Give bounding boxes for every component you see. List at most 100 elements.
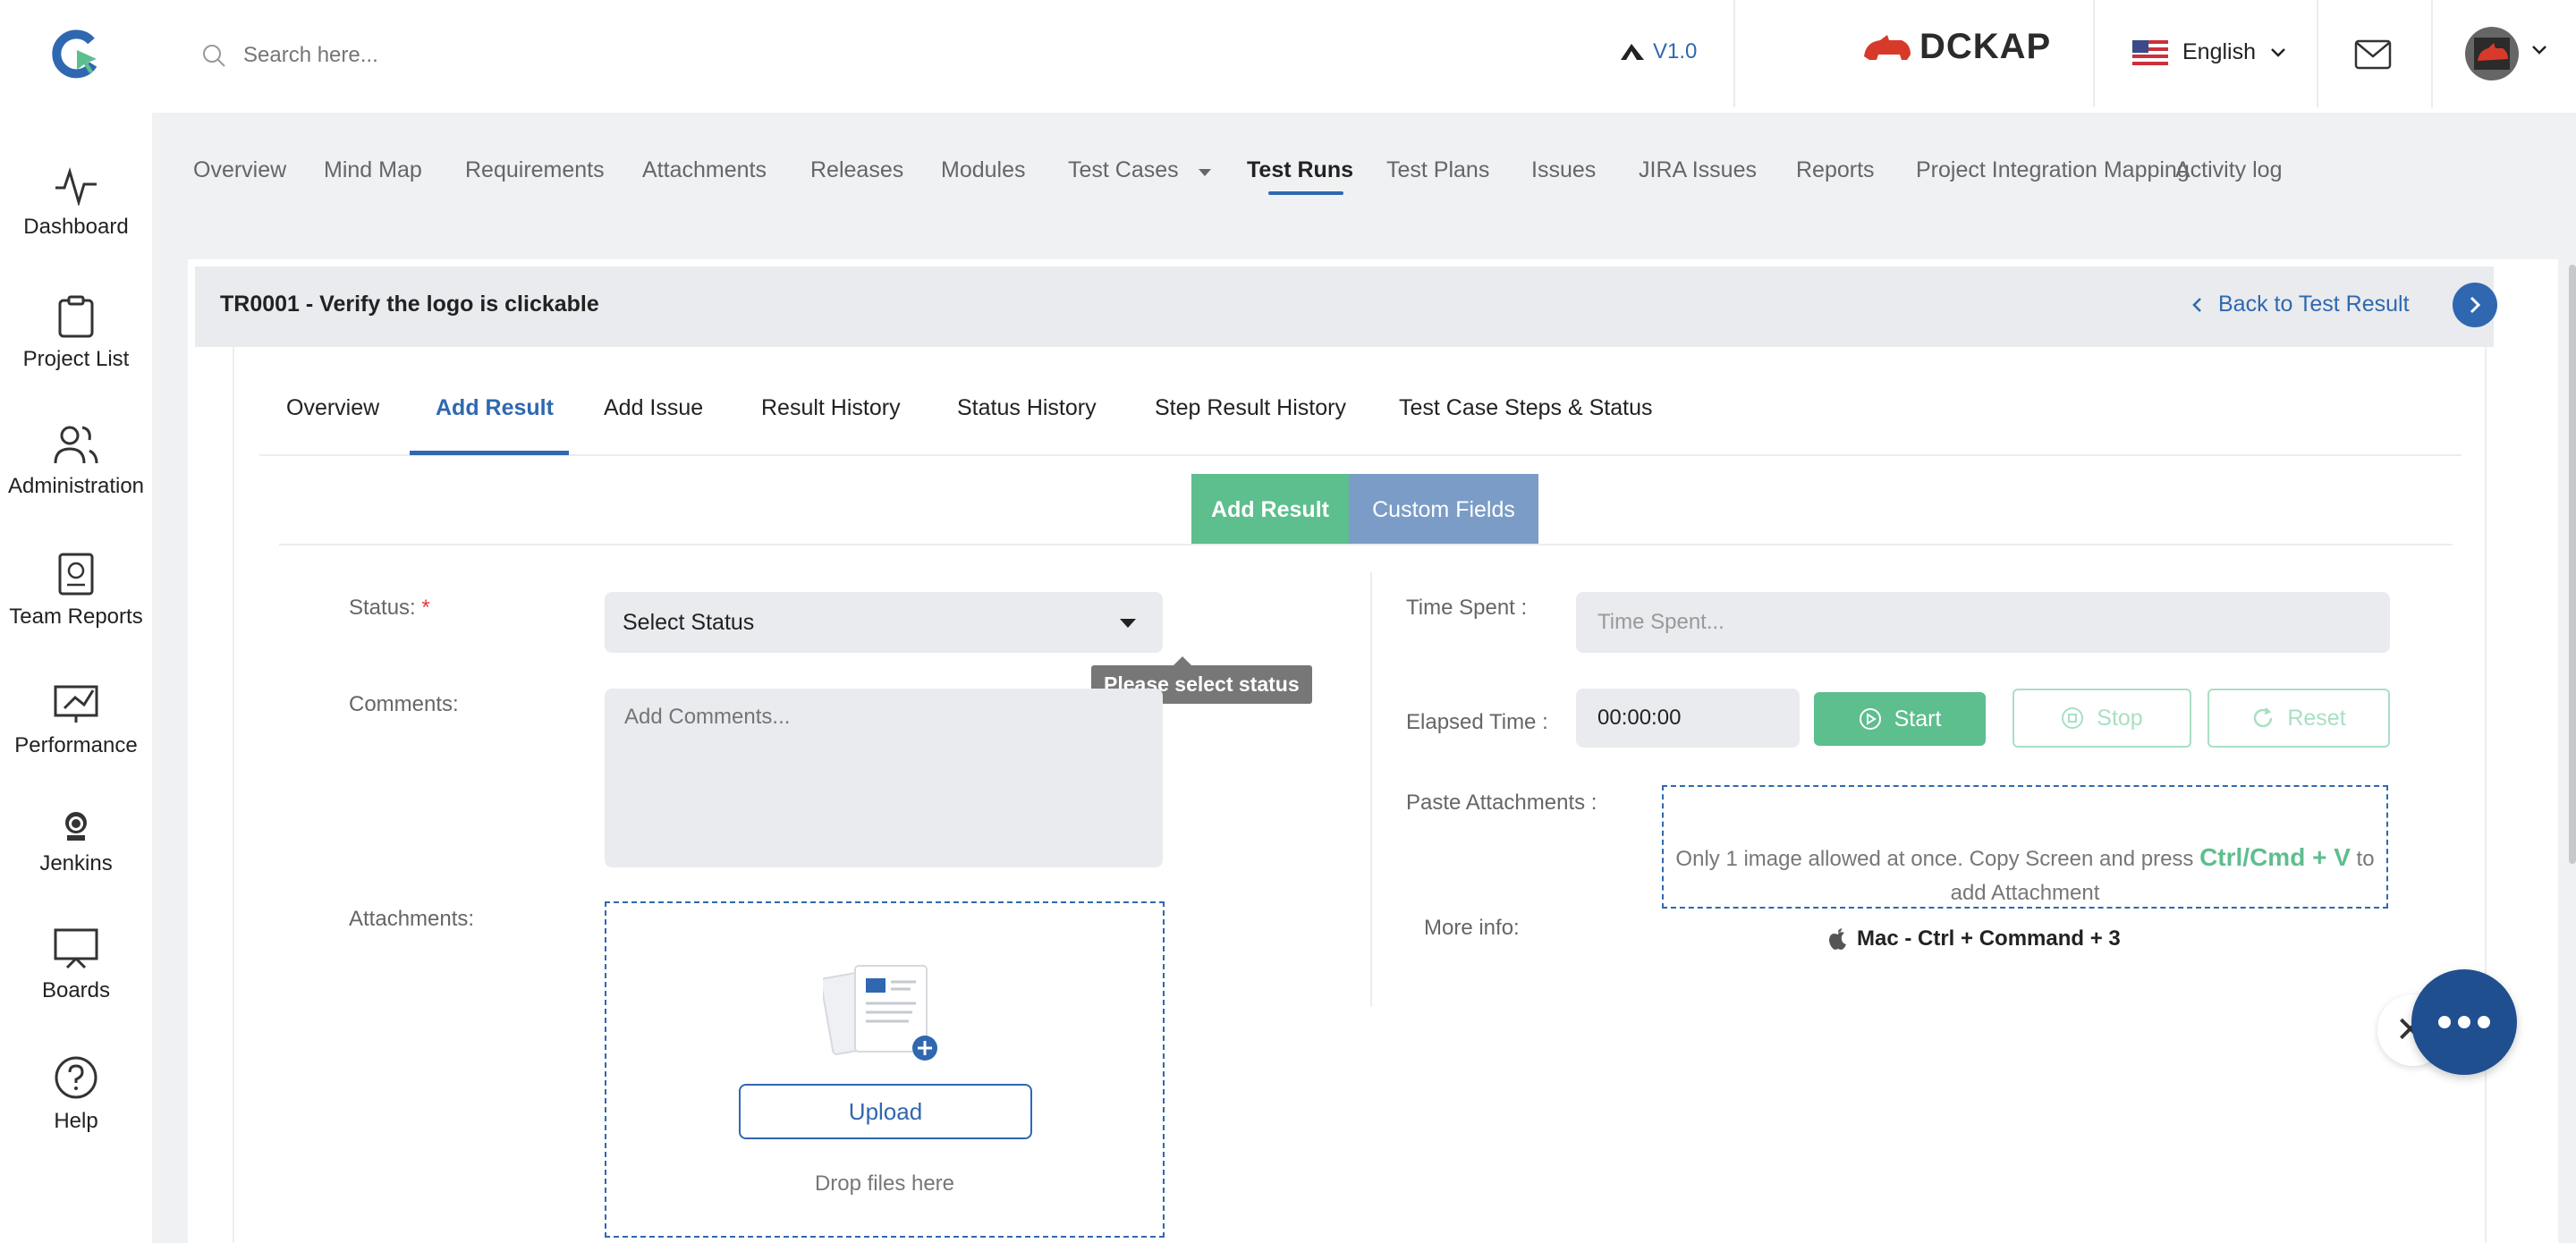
sidebar-item-boards[interactable]: Boards [0, 926, 152, 1003]
required-marker: * [421, 596, 430, 620]
nav-overview[interactable]: Overview [193, 157, 286, 183]
stop-icon [2062, 707, 2084, 729]
more-info-label: More info: [1424, 916, 1520, 940]
paste-text-before: Only 1 image allowed at once. Copy Scree… [1675, 847, 2200, 871]
tab-status-history[interactable]: Status History [957, 395, 1097, 421]
divider [1733, 0, 1735, 107]
active-tab-indicator [410, 451, 569, 455]
avatar[interactable] [2465, 27, 2519, 80]
us-flag-icon [2132, 39, 2168, 65]
sidebar: Dashboard Project List Administration Te… [0, 113, 152, 1243]
sidebar-item-label: Administration [7, 474, 145, 498]
mail-icon[interactable] [2354, 39, 2392, 70]
tabs-divider [259, 454, 2462, 456]
paste-instructions: Only 1 image allowed at once. Copy Scree… [1662, 841, 2388, 910]
tab-add-issue[interactable]: Add Issue [604, 395, 703, 421]
page-title: TR0001 - Verify the logo is clickable [220, 292, 599, 317]
custom-fields-segment[interactable]: Custom Fields [1349, 474, 1538, 545]
nav-test-cases[interactable]: Test Cases [1068, 157, 1212, 183]
sidebar-item-label: Boards [41, 978, 111, 1002]
upload-button[interactable]: Upload [739, 1084, 1032, 1139]
nav-test-cases-label: Test Cases [1068, 157, 1179, 182]
elapsed-time-input[interactable]: 00:00:00 [1576, 689, 1800, 748]
app-logo[interactable] [52, 29, 102, 79]
sidebar-item-label: Team Reports [9, 605, 143, 629]
nav-mind-map[interactable]: Mind Map [324, 157, 422, 183]
nav-modules[interactable]: Modules [941, 157, 1026, 183]
search-bar[interactable] [200, 36, 826, 75]
tab-result-history[interactable]: Result History [761, 395, 901, 421]
scrollbar-thumb[interactable] [2569, 265, 2576, 864]
sidebar-item-team-reports[interactable]: Team Reports [0, 553, 152, 630]
stop-button[interactable]: Stop [2012, 689, 2191, 748]
paste-shortcut: Ctrl/Cmd + V [2199, 843, 2351, 871]
apple-icon [1829, 928, 1846, 950]
divider [2093, 0, 2095, 107]
status-select[interactable]: Select Status [605, 592, 1163, 653]
column-divider [1370, 572, 1372, 1007]
tab-add-result[interactable]: Add Result [436, 395, 554, 421]
next-button[interactable] [2453, 283, 2497, 327]
add-result-segment[interactable]: Add Result [1191, 474, 1349, 545]
report-icon [58, 553, 94, 596]
chevron-right-icon [2470, 296, 2481, 314]
tab-overview[interactable]: Overview [286, 395, 379, 421]
jenkins-icon [65, 812, 87, 841]
nav-issues[interactable]: Issues [1531, 157, 1596, 183]
time-spent-input[interactable]: Time Spent... [1576, 592, 2390, 653]
tab-test-case-steps-status[interactable]: Test Case Steps & Status [1399, 395, 1652, 421]
nav-jira-issues[interactable]: JIRA Issues [1639, 157, 1757, 183]
sidebar-item-label: Help [54, 1109, 98, 1133]
sidebar-item-label: Project List [22, 347, 130, 371]
nav-project-integration-mapping[interactable]: Project Integration Mapping [1916, 157, 2190, 183]
caret-down-icon [1198, 169, 1211, 176]
play-icon [1859, 708, 1881, 730]
attachment-dropzone[interactable]: Upload Drop files here [605, 901, 1165, 1238]
status-label: Status: * [349, 596, 430, 621]
divider [2431, 0, 2433, 107]
nav-test-plans[interactable]: Test Plans [1386, 157, 1489, 183]
search-input[interactable] [243, 43, 780, 68]
divider [2317, 0, 2318, 107]
dot-icon [2458, 1016, 2470, 1028]
sidebar-item-dashboard[interactable]: Dashboard [0, 166, 152, 240]
tab-step-result-history[interactable]: Step Result History [1155, 395, 1346, 421]
version-badge: V1.0 [1619, 39, 1697, 64]
stop-label: Stop [2097, 705, 2143, 731]
users-icon [54, 426, 98, 464]
time-spent-label: Time Spent : [1406, 596, 1528, 620]
sidebar-item-label: Performance [14, 733, 138, 757]
dot-icon [2438, 1016, 2451, 1028]
start-button[interactable]: Start [1814, 692, 1986, 746]
nav-requirements[interactable]: Requirements [465, 157, 605, 183]
language-selector[interactable]: English [2132, 39, 2286, 65]
elapsed-time-label: Elapsed Time : [1406, 710, 1548, 734]
active-nav-indicator [1268, 191, 1343, 195]
back-to-test-result-link[interactable]: Back to Test Result [2191, 292, 2410, 317]
more-options-button[interactable] [2411, 969, 2517, 1075]
help-icon [55, 1056, 97, 1099]
caret-down-icon [1120, 619, 1136, 628]
rhino-icon [1864, 34, 1911, 60]
sidebar-item-administration[interactable]: Administration [0, 424, 152, 499]
status-label-text: Status: [349, 596, 416, 620]
sidebar-item-jenkins[interactable]: Jenkins [0, 810, 152, 876]
sidebar-item-performance[interactable]: Performance [0, 681, 152, 758]
clipboard-icon [58, 295, 94, 338]
comments-textarea[interactable] [605, 689, 1163, 867]
reset-button[interactable]: Reset [2207, 689, 2390, 748]
chevron-down-icon[interactable] [2531, 45, 2547, 55]
nav-reports[interactable]: Reports [1796, 157, 1875, 183]
chevron-down-icon [2271, 47, 2285, 57]
sidebar-item-project-list[interactable]: Project List [0, 295, 152, 372]
nav-releases[interactable]: Releases [810, 157, 903, 183]
sidebar-item-help[interactable]: Help [0, 1055, 152, 1134]
nav-test-runs[interactable]: Test Runs [1247, 157, 1353, 183]
pulse-icon [55, 166, 97, 206]
nav-attachments[interactable]: Attachments [642, 157, 767, 183]
sidebar-item-label: Jenkins [39, 851, 113, 875]
comments-label: Comments: [349, 692, 459, 716]
nav-activity-log[interactable]: Activity log [2175, 157, 2282, 183]
paste-attachments-label: Paste Attachments : [1406, 791, 1597, 815]
drop-files-text: Drop files here [814, 1171, 955, 1196]
